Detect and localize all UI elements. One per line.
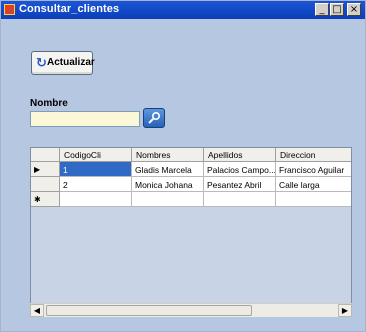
refresh-button-label: Actualizar	[47, 57, 95, 68]
app-window: Consultar_clientes _ □ × ↻ Actualizar No…	[0, 0, 366, 332]
grid-corner-header	[31, 148, 60, 162]
scroll-left-button[interactable]: ◀	[30, 304, 44, 317]
column-header-codigocli[interactable]: CodigoCli	[60, 148, 132, 162]
nombre-label: Nombre	[30, 98, 68, 109]
minimize-button[interactable]: _	[315, 3, 329, 16]
search-icon	[148, 111, 161, 124]
row-indicator[interactable]	[31, 177, 60, 192]
new-row-cell[interactable]	[60, 192, 132, 207]
scroll-right-button[interactable]: ▶	[338, 304, 352, 317]
cell-apellidos[interactable]: Pesantez Abril	[204, 177, 276, 192]
clients-grid[interactable]: CodigoCli Nombres Apellidos Direccion ▶ …	[30, 147, 352, 317]
row-indicator[interactable]: ▶	[31, 162, 60, 177]
title-bar[interactable]: Consultar_clientes _ □ ×	[1, 1, 365, 19]
cell-codigocli[interactable]: 1	[60, 162, 132, 177]
column-header-direccion[interactable]: Direccion	[276, 148, 351, 162]
cell-apellidos[interactable]: Palacios Campo...	[204, 162, 276, 177]
horizontal-scrollbar[interactable]: ◀ ▶	[30, 303, 352, 317]
cell-direccion[interactable]: Francisco Aguilar	[276, 162, 351, 177]
close-button[interactable]: ×	[347, 3, 361, 16]
app-icon	[4, 4, 15, 15]
cell-codigocli[interactable]: 2	[60, 177, 132, 192]
maximize-button[interactable]: □	[330, 3, 344, 16]
nombre-input[interactable]	[30, 111, 140, 127]
new-row-cell[interactable]	[276, 192, 351, 207]
new-row-indicator[interactable]: ✱	[31, 192, 60, 207]
refresh-icon: ↻	[36, 56, 47, 71]
column-header-nombres[interactable]: Nombres	[132, 148, 204, 162]
cell-nombres[interactable]: Monica Johana	[132, 177, 204, 192]
search-button[interactable]	[143, 108, 165, 128]
new-row-cell[interactable]	[132, 192, 204, 207]
cell-nombres[interactable]: Gladis Marcela	[132, 162, 204, 177]
column-header-apellidos[interactable]: Apellidos	[204, 148, 276, 162]
new-row-cell[interactable]	[204, 192, 276, 207]
scrollbar-thumb[interactable]	[46, 305, 252, 316]
cell-direccion[interactable]: Calle larga	[276, 177, 351, 192]
window-title: Consultar_clientes	[19, 3, 120, 15]
refresh-button[interactable]: ↻ Actualizar	[31, 51, 95, 75]
